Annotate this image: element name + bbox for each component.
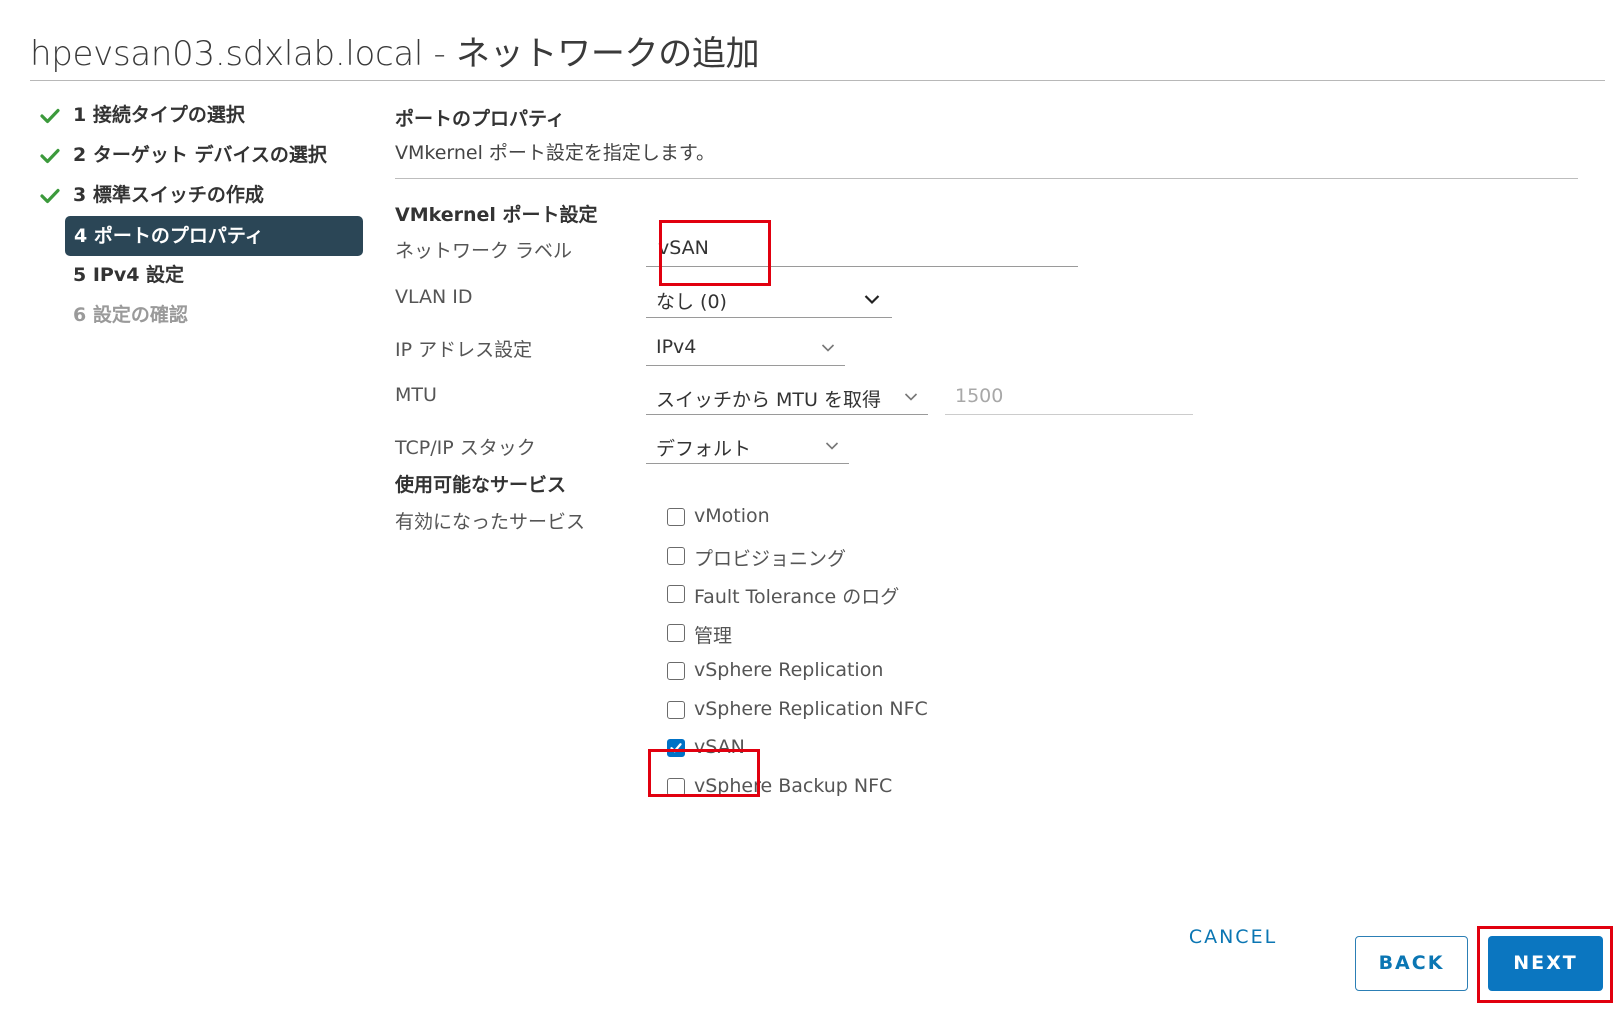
section-divider bbox=[395, 178, 1578, 179]
section-title: ポートのプロパティ bbox=[395, 108, 565, 130]
mtu-number-value: 1500 bbox=[955, 385, 1004, 407]
section-description: VMkernel ポート設定を指定します。 bbox=[395, 142, 716, 164]
checkbox[interactable] bbox=[667, 508, 685, 526]
chevron-down-icon bbox=[821, 344, 835, 352]
step-label: 2 ターゲット デバイスの選択 bbox=[73, 144, 327, 166]
tcpip-stack-value: デフォルト bbox=[656, 438, 752, 460]
service-label: プロビジョニング bbox=[694, 547, 847, 570]
vlan-id-label: VLAN ID bbox=[395, 286, 473, 308]
step-label: 6 設定の確認 bbox=[73, 304, 188, 326]
checkbox[interactable] bbox=[667, 777, 685, 796]
service-label: Fault Tolerance のログ bbox=[694, 586, 900, 608]
mtu-number-input: 1500 bbox=[945, 382, 1193, 415]
step-label: 5 IPv4 設定 bbox=[73, 264, 185, 286]
ip-settings-label: IP アドレス設定 bbox=[395, 339, 533, 361]
checkbox[interactable] bbox=[667, 546, 685, 565]
wizard-steps: 1 接続タイプの選択 2 ターゲット デバイスの選択 3 標準スイッチの作成 4… bbox=[40, 100, 365, 340]
vlan-id-value: なし (0) bbox=[656, 291, 727, 313]
ip-settings-select[interactable]: IPv4 bbox=[646, 333, 845, 366]
step-ipv4-settings[interactable]: 5 IPv4 設定 bbox=[40, 260, 365, 290]
chevron-down-icon bbox=[825, 442, 839, 450]
cancel-button[interactable]: CANCEL bbox=[1183, 922, 1283, 952]
service-label: 管理 bbox=[694, 624, 733, 647]
checkmark-icon bbox=[40, 108, 60, 124]
chevron-down-icon bbox=[864, 295, 880, 305]
network-label-label: ネットワーク ラベル bbox=[395, 240, 573, 262]
enabled-services-label: 有効になったサービス bbox=[395, 511, 586, 533]
step-target-device[interactable]: 2 ターゲット デバイスの選択 bbox=[40, 140, 365, 170]
checkbox[interactable] bbox=[667, 662, 685, 680]
checkmark-icon bbox=[670, 743, 682, 753]
next-button[interactable]: NEXT bbox=[1488, 936, 1603, 991]
mtu-value: スイッチから MTU を取得 bbox=[656, 389, 881, 411]
checkbox[interactable] bbox=[667, 623, 685, 642]
step-label: 3 標準スイッチの作成 bbox=[73, 184, 264, 206]
step-standard-switch[interactable]: 3 標準スイッチの作成 bbox=[40, 180, 365, 210]
network-label-value: vSAN bbox=[658, 237, 709, 259]
available-services-title: 使用可能なサービス bbox=[395, 474, 567, 496]
service-label: vMotion bbox=[694, 505, 770, 527]
checkbox-checked[interactable] bbox=[667, 739, 685, 757]
service-label: vSAN bbox=[694, 736, 745, 758]
network-label-input[interactable]: vSAN bbox=[646, 234, 1078, 267]
checkbox[interactable] bbox=[667, 585, 685, 603]
checkmark-icon bbox=[40, 148, 60, 164]
step-label: 1 接続タイプの選択 bbox=[73, 104, 245, 126]
vlan-id-select[interactable]: なし (0) bbox=[646, 284, 892, 318]
mtu-label: MTU bbox=[395, 384, 437, 406]
service-label: vSphere Backup NFC bbox=[694, 774, 893, 797]
step-label: 4 ポートのプロパティ bbox=[74, 225, 264, 247]
step-connection-type[interactable]: 1 接続タイプの選択 bbox=[40, 100, 365, 130]
step-port-properties[interactable]: 4 ポートのプロパティ bbox=[65, 216, 363, 256]
checkbox[interactable] bbox=[667, 700, 685, 719]
back-button[interactable]: BACK bbox=[1355, 936, 1468, 991]
service-label: vSphere Replication NFC bbox=[694, 697, 928, 720]
checkmark-icon bbox=[40, 188, 60, 204]
tcpip-stack-select[interactable]: デフォルト bbox=[646, 431, 849, 464]
step-confirm-settings: 6 設定の確認 bbox=[40, 300, 365, 330]
vmkernel-settings-title: VMkernel ポート設定 bbox=[395, 204, 598, 226]
ip-settings-value: IPv4 bbox=[656, 336, 697, 358]
mtu-select[interactable]: スイッチから MTU を取得 bbox=[646, 382, 928, 415]
tcpip-stack-label: TCP/IP スタック bbox=[395, 437, 536, 459]
service-label: vSphere Replication bbox=[694, 659, 884, 681]
port-properties-panel: ポートのプロパティ VMkernel ポート設定を指定します。 VMkernel… bbox=[393, 0, 1593, 1027]
chevron-down-icon bbox=[904, 393, 918, 401]
